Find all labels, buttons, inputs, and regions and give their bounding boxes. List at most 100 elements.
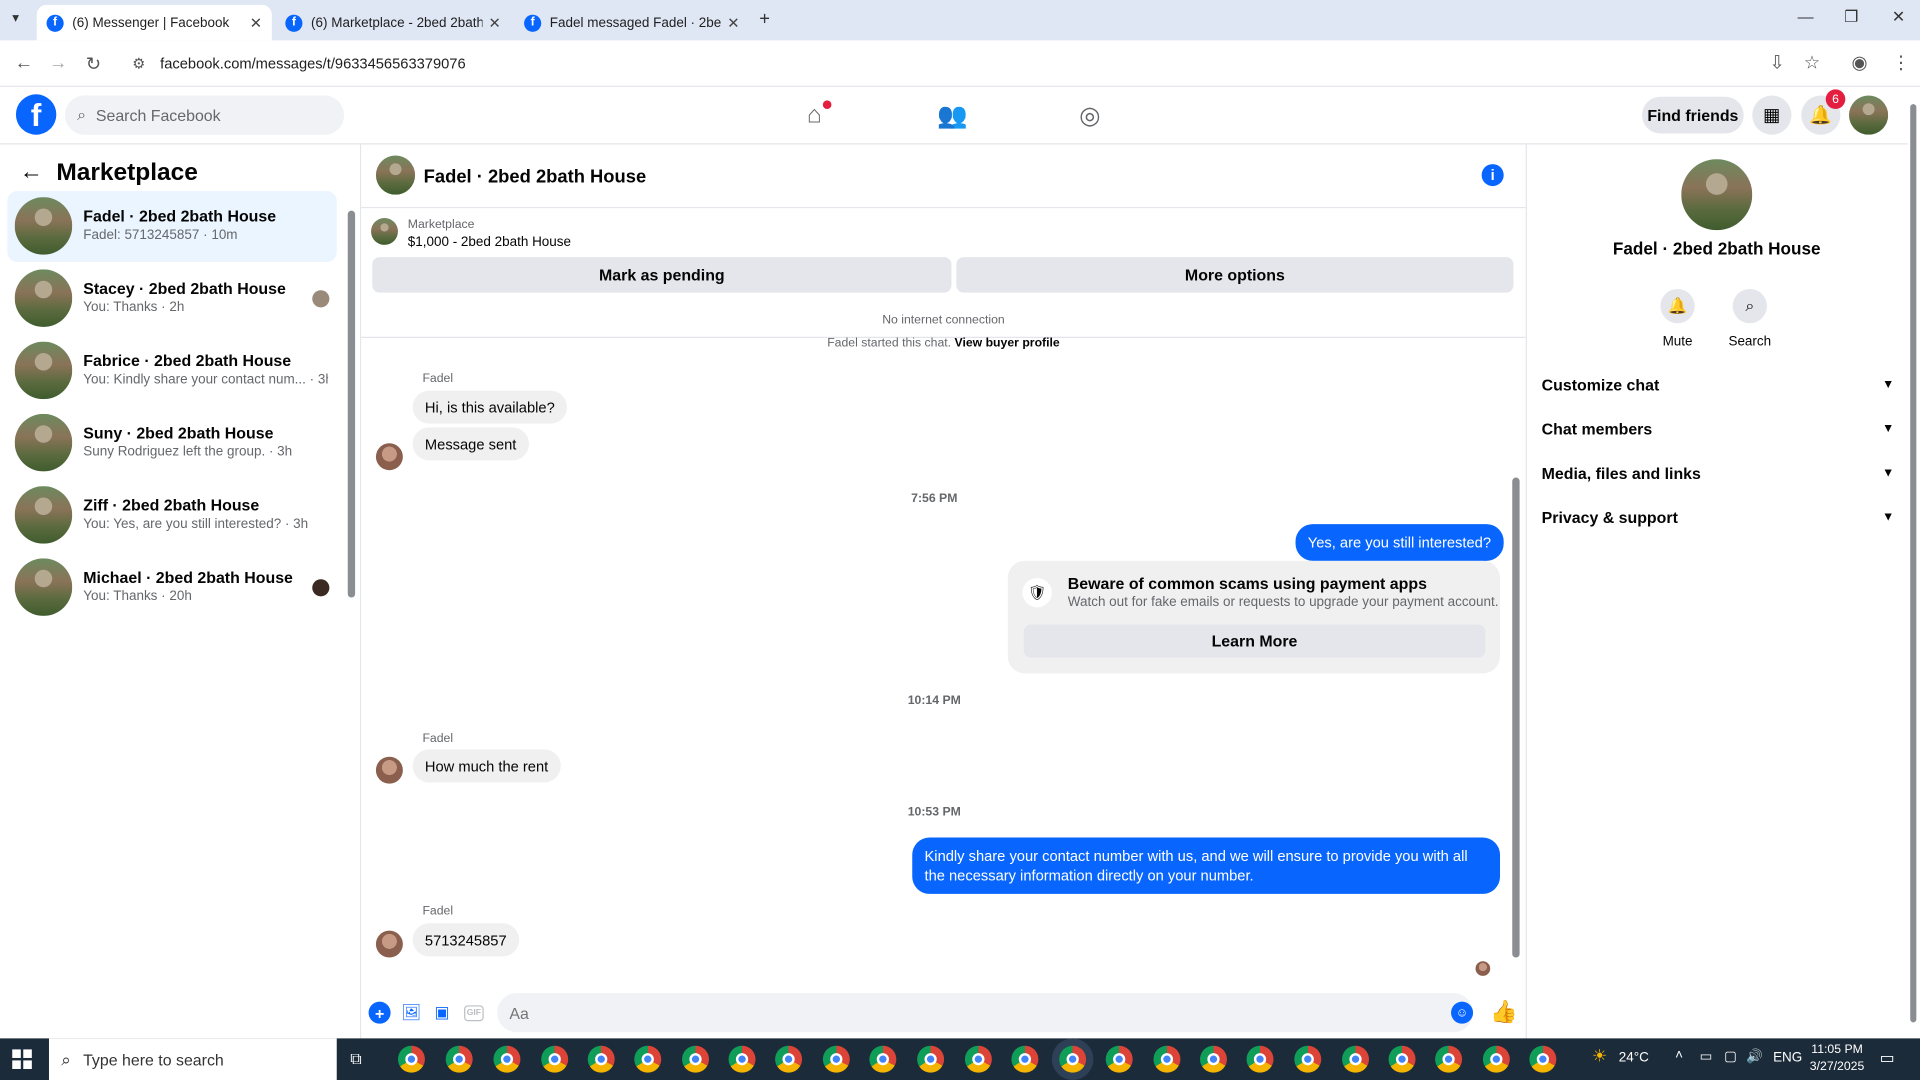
- close-icon[interactable]: ✕: [250, 14, 262, 31]
- chrome-window-icon[interactable]: [1059, 1045, 1087, 1073]
- url-field[interactable]: ⚙ facebook.com/messages/t/96334565633790…: [122, 46, 1886, 81]
- find-friends-button[interactable]: Find friends: [1642, 96, 1744, 134]
- gif-icon[interactable]: GIF: [464, 1005, 484, 1022]
- bookmark-star-icon[interactable]: ☆: [1804, 51, 1820, 74]
- task-view-icon[interactable]: ⧉: [350, 1049, 361, 1069]
- taskbar-clock[interactable]: 11:05 PM 3/27/2025: [1810, 1042, 1864, 1076]
- scrollbar-thumb[interactable]: [1512, 477, 1520, 958]
- window-close-icon[interactable]: ✕: [1892, 7, 1905, 27]
- section-media-files-links[interactable]: Media, files and links ▼: [1542, 459, 1895, 486]
- friends-icon[interactable]: 👥: [937, 99, 969, 131]
- incoming-message[interactable]: How much the rent: [412, 749, 561, 783]
- section-customize-chat[interactable]: Customize chat ▼: [1542, 371, 1895, 398]
- chrome-window-icon[interactable]: [869, 1045, 897, 1073]
- incoming-message[interactable]: Message sent: [412, 427, 529, 461]
- volume-icon[interactable]: 🔊: [1746, 1048, 1763, 1064]
- page-scrollbar[interactable]: [1907, 86, 1920, 1039]
- profile-icon[interactable]: ◉: [1851, 51, 1867, 74]
- taskbar-search-input[interactable]: ⌕ Type here to search: [48, 1038, 337, 1080]
- close-icon[interactable]: ✕: [727, 14, 739, 31]
- section-privacy-support[interactable]: Privacy & support ▼: [1542, 503, 1895, 530]
- tab-search-icon[interactable]: ▾: [12, 10, 19, 26]
- chrome-window-icon[interactable]: [541, 1045, 569, 1073]
- learn-more-button[interactable]: Learn More: [1023, 624, 1486, 658]
- install-app-icon[interactable]: ⇩: [1769, 51, 1784, 74]
- chat-avatar[interactable]: [1681, 159, 1753, 231]
- chrome-window-icon[interactable]: [964, 1045, 992, 1073]
- chat-item-suny[interactable]: Suny · 2bed 2bath House Suny Rodriguez l…: [7, 408, 336, 479]
- chrome-window-icon[interactable]: [822, 1045, 850, 1073]
- windows-start-icon[interactable]: [12, 1049, 32, 1069]
- back-arrow-icon[interactable]: ←: [20, 159, 43, 186]
- sender-avatar[interactable]: [375, 930, 403, 958]
- info-icon[interactable]: i: [1481, 164, 1504, 187]
- chrome-window-icon[interactable]: [1153, 1045, 1181, 1073]
- section-chat-members[interactable]: Chat members ▼: [1542, 415, 1895, 442]
- chrome-window-icon[interactable]: [682, 1045, 709, 1073]
- outgoing-message[interactable]: Yes, are you still interested?: [1295, 524, 1504, 561]
- back-icon[interactable]: ←: [15, 53, 33, 74]
- emoji-icon[interactable]: ☺: [1451, 1001, 1474, 1024]
- weather-temp[interactable]: 24°C: [1619, 1051, 1649, 1066]
- chat-item-ziff[interactable]: Ziff · 2bed 2bath House You: Yes, are yo…: [7, 480, 336, 551]
- network-icon[interactable]: ▭: [1700, 1048, 1713, 1064]
- chat-item-fabrice[interactable]: Fabrice · 2bed 2bath House You: Kindly s…: [7, 336, 336, 407]
- chrome-window-icon[interactable]: [397, 1045, 425, 1073]
- chrome-window-icon[interactable]: [587, 1045, 615, 1073]
- tab-marketplace[interactable]: f (6) Marketplace - 2bed 2bath House ✕: [276, 5, 511, 41]
- incoming-message[interactable]: Hi, is this available?: [412, 390, 568, 424]
- chrome-window-icon[interactable]: [1294, 1045, 1322, 1073]
- chevron-up-icon[interactable]: ˄: [1675, 1048, 1683, 1063]
- menu-grid-icon[interactable]: ▦: [1752, 95, 1792, 135]
- tab-fadel-messaged[interactable]: f Fadel messaged Fadel · 2bed 2bath Hous…: [514, 5, 749, 41]
- chat-item-stacey[interactable]: Stacey · 2bed 2bath House You: Thanks · …: [7, 263, 336, 334]
- outgoing-message[interactable]: Kindly share your contact number with us…: [912, 837, 1501, 894]
- chrome-window-icon[interactable]: [1342, 1045, 1369, 1073]
- incoming-message[interactable]: 5713245857: [412, 923, 519, 957]
- chrome-window-icon[interactable]: [1011, 1045, 1039, 1073]
- view-buyer-profile-link[interactable]: View buyer profile: [954, 337, 1059, 350]
- chrome-window-icon[interactable]: [1246, 1045, 1274, 1073]
- scrollbar-thumb[interactable]: [1910, 104, 1917, 1023]
- mark-as-pending-button[interactable]: Mark as pending: [372, 257, 952, 293]
- sender-avatar[interactable]: [375, 756, 403, 784]
- chrome-window-icon[interactable]: [1435, 1045, 1463, 1073]
- reload-icon[interactable]: ↻: [86, 53, 101, 75]
- close-icon[interactable]: ✕: [488, 14, 500, 31]
- sticker-icon[interactable]: ▣: [431, 1002, 453, 1024]
- chat-list-scrollbar[interactable]: [347, 198, 356, 602]
- chrome-window-icon[interactable]: [445, 1045, 473, 1073]
- chrome-window-icon[interactable]: [775, 1045, 803, 1073]
- chrome-window-icon[interactable]: [1529, 1045, 1557, 1073]
- more-options-button[interactable]: More options: [956, 257, 1514, 293]
- site-info-icon[interactable]: ⚙: [132, 55, 145, 72]
- facebook-logo[interactable]: f: [15, 94, 57, 135]
- chrome-window-icon[interactable]: [1105, 1045, 1133, 1073]
- chat-item-fadel[interactable]: Fadel · 2bed 2bath House Fadel: 57132458…: [7, 191, 337, 263]
- tab-messenger[interactable]: f (6) Messenger | Facebook ✕: [36, 4, 272, 41]
- avatar[interactable]: [375, 155, 416, 195]
- facebook-search-input[interactable]: ⌕ Search Facebook: [64, 95, 345, 135]
- forward-icon[interactable]: →: [49, 53, 67, 74]
- chrome-window-icon[interactable]: [728, 1045, 756, 1073]
- weather-icon[interactable]: ☀: [1592, 1046, 1607, 1067]
- chrome-window-icon[interactable]: [1200, 1045, 1227, 1073]
- mute-button[interactable]: 🔔 Mute: [1648, 288, 1707, 349]
- new-tab-plus-icon[interactable]: +: [759, 9, 770, 30]
- sender-avatar[interactable]: [375, 443, 403, 471]
- search-in-chat-button[interactable]: ⌕ Search: [1720, 288, 1779, 349]
- notification-center-icon[interactable]: ▭: [1880, 1048, 1895, 1068]
- thumbs-up-icon[interactable]: 👍: [1490, 999, 1517, 1025]
- chrome-window-icon[interactable]: [493, 1045, 521, 1073]
- message-input[interactable]: [497, 993, 1474, 1033]
- chrome-window-icon[interactable]: [1482, 1045, 1510, 1073]
- groups-icon[interactable]: ◎: [1074, 99, 1106, 131]
- account-avatar[interactable]: [1848, 95, 1889, 135]
- plus-icon[interactable]: +: [368, 1001, 391, 1024]
- chat-item-michael[interactable]: Michael · 2bed 2bath House You: Thanks ·…: [7, 552, 336, 623]
- display-icon[interactable]: ▢: [1724, 1048, 1737, 1064]
- minimize-icon[interactable]: —: [1798, 7, 1814, 25]
- photo-icon[interactable]: 🖼: [400, 1002, 422, 1024]
- chrome-window-icon[interactable]: [917, 1045, 945, 1073]
- chrome-window-icon[interactable]: [1388, 1045, 1416, 1073]
